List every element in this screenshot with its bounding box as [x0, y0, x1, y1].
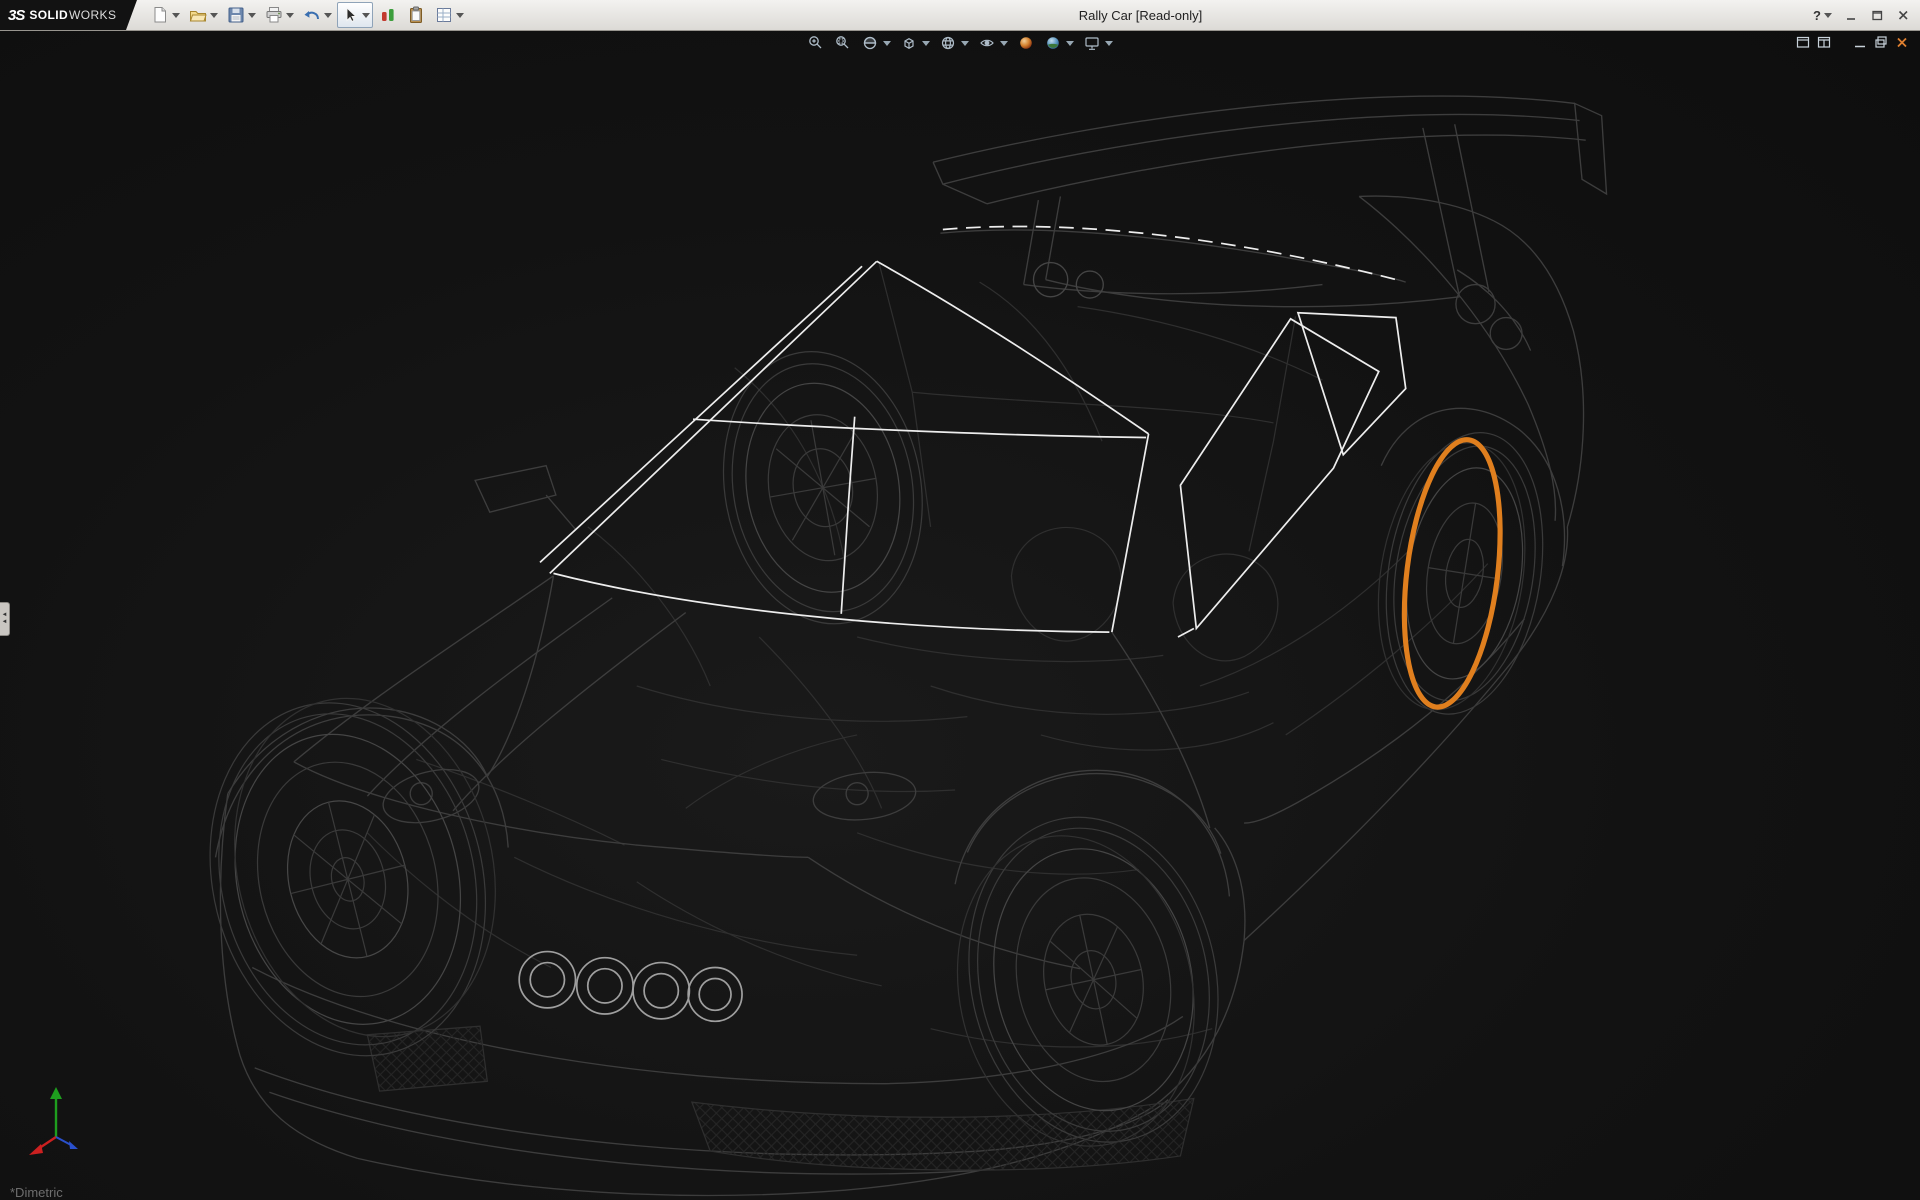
solidworks-window: { "titlebar": { "logo": { "prefix": "3S"… [0, 0, 1920, 1200]
dropdown-caret-icon[interactable] [883, 41, 891, 46]
pane-toggle-left-icon [1795, 34, 1811, 50]
restore-document-icon [1873, 34, 1889, 50]
select-cursor-icon [340, 5, 360, 25]
zoom-to-area-icon [834, 34, 852, 52]
grille-mesh[interactable] [367, 1026, 1194, 1170]
dropdown-caret-icon[interactable] [1000, 41, 1008, 46]
close-icon [1896, 8, 1910, 22]
zoom-to-fit-icon [807, 34, 825, 52]
close-button[interactable] [1896, 8, 1910, 22]
wheel-wireframes[interactable] [174, 336, 1562, 1169]
graphics-viewport[interactable]: *Dimetric ◄ ◄ [0, 30, 1920, 1200]
close-document-icon [1894, 34, 1910, 50]
minimize-document-button[interactable] [1852, 34, 1868, 55]
apply-scene-button[interactable] [1043, 33, 1075, 53]
minimize-icon [1844, 8, 1858, 22]
help-button[interactable]: ? [1813, 8, 1832, 23]
dropdown-caret-icon[interactable] [210, 13, 218, 18]
xpress-products-button[interactable] [375, 2, 401, 28]
close-document-button[interactable] [1894, 34, 1910, 55]
dropdown-caret-icon[interactable] [1105, 41, 1113, 46]
window-title: Rally Car [Read-only] [1079, 8, 1203, 23]
solidworks-logo: 3S SOLIDWORKS [0, 0, 126, 30]
sheet-properties-button[interactable] [431, 2, 467, 28]
sheet-properties-icon [434, 5, 454, 25]
pane-toggle-left-button[interactable] [1795, 34, 1811, 55]
minimize-button[interactable] [1844, 8, 1858, 22]
headsup-view-toolbar [806, 33, 1114, 53]
dropdown-caret-icon[interactable] [1824, 13, 1832, 18]
view-settings-icon [1083, 34, 1101, 52]
titlebar: 3S SOLIDWORKS [0, 0, 1920, 31]
zoom-to-fit-button[interactable] [806, 33, 826, 53]
triad-axes-icon [26, 1081, 86, 1161]
dropdown-caret-icon[interactable] [248, 13, 256, 18]
dropdown-caret-icon[interactable] [286, 13, 294, 18]
undo-button[interactable] [299, 2, 335, 28]
logo-notch [126, 0, 137, 30]
reference-triad [26, 1081, 86, 1166]
save-button[interactable] [223, 2, 259, 28]
section-view-button[interactable] [860, 33, 892, 53]
dropdown-caret-icon[interactable] [961, 41, 969, 46]
main-toolbar [147, 2, 467, 28]
dropdown-caret-icon[interactable] [456, 13, 464, 18]
print-icon [264, 5, 284, 25]
collapse-arrows-icon: ◄ [2, 612, 8, 619]
dropdown-caret-icon[interactable] [922, 41, 930, 46]
help-icon: ? [1813, 8, 1821, 23]
edit-appearance-button[interactable] [1016, 33, 1036, 53]
clipboard-button[interactable] [403, 2, 429, 28]
display-style-icon [939, 34, 957, 52]
maximize-icon [1870, 8, 1884, 22]
view-settings-button[interactable] [1082, 33, 1114, 53]
hide-show-items-button[interactable] [977, 33, 1009, 53]
undo-icon [302, 5, 322, 25]
dropdown-caret-icon[interactable] [324, 13, 332, 18]
clipboard-icon [406, 5, 426, 25]
collapse-arrows-icon: ◄ [2, 619, 8, 626]
view-orientation-button[interactable] [899, 33, 931, 53]
hide-show-items-icon [978, 34, 996, 52]
pane-toggle-right-icon [1816, 34, 1832, 50]
new-document-icon [150, 5, 170, 25]
display-style-button[interactable] [938, 33, 970, 53]
left-pane-splitter[interactable]: ◄ ◄ [0, 602, 10, 636]
save-icon [226, 5, 246, 25]
pane-toggle-right-button[interactable] [1816, 34, 1832, 55]
window-controls: ? [1813, 8, 1920, 23]
zoom-to-area-button[interactable] [833, 33, 853, 53]
new-document-button[interactable] [147, 2, 183, 28]
select-button[interactable] [337, 2, 373, 28]
selected-edge-highlight[interactable] [1391, 434, 1514, 712]
dropdown-caret-icon[interactable] [1066, 41, 1074, 46]
maximize-button[interactable] [1870, 8, 1884, 22]
open-button[interactable] [185, 2, 221, 28]
dropdown-caret-icon[interactable] [362, 13, 370, 18]
section-view-icon [861, 34, 879, 52]
highlighted-edges[interactable] [540, 226, 1406, 637]
minimize-document-icon [1852, 34, 1868, 50]
lamp-circles[interactable] [519, 952, 742, 1022]
document-window-controls [1795, 34, 1910, 55]
view-orientation-label: *Dimetric [10, 1185, 63, 1200]
logo-text-works: WORKS [69, 8, 116, 22]
apply-scene-icon [1044, 34, 1062, 52]
edit-appearance-icon [1017, 34, 1035, 52]
logo-text-solid: SOLID [29, 8, 68, 22]
dropdown-caret-icon[interactable] [172, 13, 180, 18]
xpress-products-icon [378, 5, 398, 25]
model-wireframe[interactable] [0, 30, 1920, 1200]
print-button[interactable] [261, 2, 297, 28]
restore-document-button[interactable] [1873, 34, 1889, 55]
3ds-logo-icon: 3S [8, 7, 24, 24]
view-orientation-icon [900, 34, 918, 52]
open-folder-icon [188, 5, 208, 25]
